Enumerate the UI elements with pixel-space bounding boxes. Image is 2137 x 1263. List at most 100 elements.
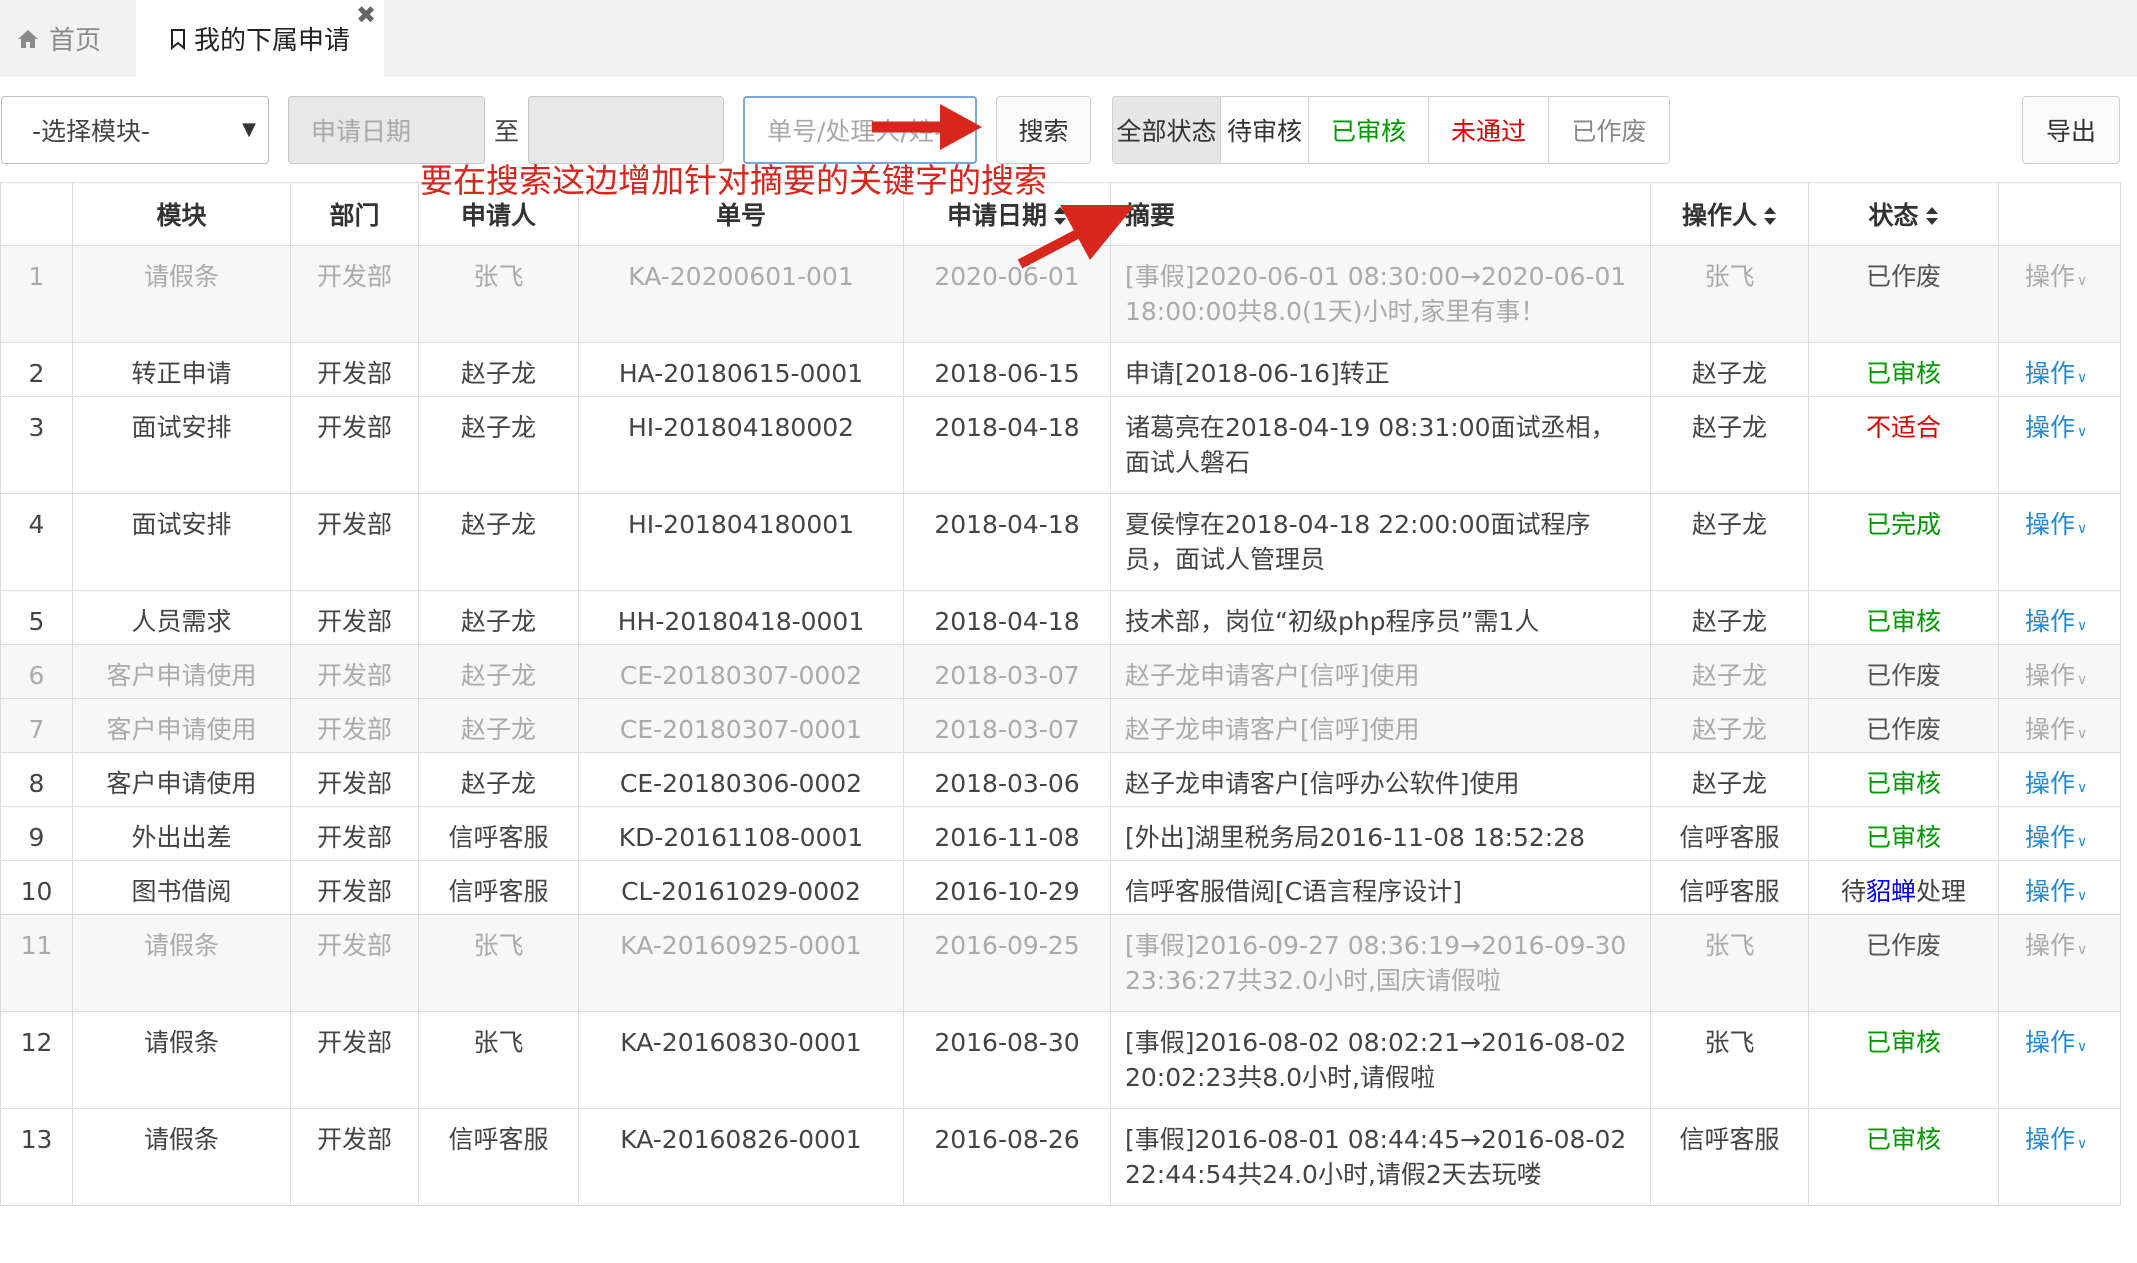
row-dept: 开发部: [290, 590, 419, 645]
table-row[interactable]: 8 客户申请使用 开发部 赵子龙 CE-20180306-0002 2018-03-06 赵…: [0, 752, 2121, 807]
table-row[interactable]: 13 请假条 开发部 信呼客服 KA-20160826-0001 2016-08-26 [事…: [0, 1108, 2121, 1206]
row-action-label: 操作: [2025, 359, 2076, 388]
row-operator: 张飞: [1650, 1011, 1809, 1109]
row-action-menu[interactable]: 操作 ∨: [1998, 493, 2121, 591]
row-status: 已审核: [1808, 752, 1999, 807]
row-number: CE-20180307-0001: [578, 698, 904, 753]
row-operator: 赵子龙: [1650, 644, 1809, 699]
status-suffix: 处理: [1916, 877, 1967, 906]
status-filter-all[interactable]: 全部状态: [1113, 97, 1221, 163]
tab-home[interactable]: 首页: [17, 0, 101, 77]
row-action-label: 操作: [2025, 413, 2076, 442]
table-row[interactable]: 5 人员需求 开发部 赵子龙 HH-20180418-0001 2018-04-18 技术部…: [0, 590, 2121, 645]
row-num: 7: [0, 698, 73, 753]
table-row[interactable]: 2 转正申请 开发部 赵子龙 HA-20180615-0001 2018-06-15 申请[…: [0, 342, 2121, 397]
row-action-label: 操作: [2025, 769, 2076, 798]
row-status: 不适合: [1808, 396, 1999, 494]
row-action-label: 操作: [2025, 607, 2076, 636]
col-operator[interactable]: 操作人: [1650, 182, 1809, 246]
status-filter-approved[interactable]: 已审核: [1309, 97, 1429, 163]
row-number: HH-20180418-0001: [578, 590, 904, 645]
row-dept: 开发部: [290, 493, 419, 591]
row-module: 客户申请使用: [72, 752, 291, 807]
row-date: 2016-09-25: [903, 914, 1111, 1012]
row-number: KA-20160830-0001: [578, 1011, 904, 1109]
row-operator: 信呼客服: [1650, 860, 1809, 915]
module-select[interactable]: -选择模块- ▼: [1, 96, 269, 164]
row-dept: 开发部: [290, 860, 419, 915]
row-date: 2018-03-07: [903, 698, 1111, 753]
row-operator: 赵子龙: [1650, 396, 1809, 494]
row-module: 请假条: [72, 245, 291, 343]
row-number: CE-20180307-0002: [578, 644, 904, 699]
row-status: 已审核: [1808, 342, 1999, 397]
table-row[interactable]: 3 面试安排 开发部 赵子龙 HI-201804180002 2018-04-18 诸葛亮在…: [0, 396, 2121, 494]
row-action-label: 操作: [2025, 1028, 2076, 1057]
table-row[interactable]: 11 请假条 开发部 张飞 KA-20160925-0001 2016-09-25 [事假]…: [0, 914, 2121, 1012]
row-action-menu[interactable]: 操作 ∨: [1998, 396, 2121, 494]
col-module: 模块: [72, 182, 291, 246]
row-action-label: 操作: [2025, 1125, 2076, 1154]
row-date: 2018-03-07: [903, 644, 1111, 699]
row-status: 待貂蝉处理: [1808, 860, 1999, 915]
row-action-menu[interactable]: 操作 ∨: [1998, 245, 2121, 343]
row-applicant: 赵子龙: [418, 493, 579, 591]
export-button[interactable]: 导出: [2022, 96, 2120, 164]
row-dept: 开发部: [290, 644, 419, 699]
tab-close-icon[interactable]: ✖: [356, 0, 376, 30]
row-action-label: 操作: [2025, 931, 2076, 960]
row-operator: 赵子龙: [1650, 752, 1809, 807]
row-date: 2018-04-18: [903, 493, 1111, 591]
row-module: 请假条: [72, 1011, 291, 1109]
row-action-menu[interactable]: 操作 ∨: [1998, 698, 2121, 753]
status-filter-group: 全部状态 待审核 已审核 未通过 已作废: [1112, 96, 1670, 164]
sort-icon[interactable]: [1925, 203, 1939, 232]
table-row[interactable]: 12 请假条 开发部 张飞 KA-20160830-0001 2016-08-30 [事假]…: [0, 1011, 2121, 1109]
row-status: 已作废: [1808, 245, 1999, 343]
row-dept: 开发部: [290, 1108, 419, 1206]
row-date: 2016-08-26: [903, 1108, 1111, 1206]
row-dept: 开发部: [290, 342, 419, 397]
sort-icon[interactable]: [1053, 203, 1067, 232]
caret-down-icon: ▼: [242, 119, 256, 140]
row-action-menu[interactable]: 操作 ∨: [1998, 752, 2121, 807]
tab-home-label: 首页: [49, 26, 102, 56]
table-row[interactable]: 6 客户申请使用 开发部 赵子龙 CE-20180307-0002 2018-03-07 赵…: [0, 644, 2121, 699]
row-action-menu[interactable]: 操作 ∨: [1998, 342, 2121, 397]
table-row[interactable]: 9 外出出差 开发部 信呼客服 KD-20161108-0001 2016-11-08 [外…: [0, 806, 2121, 861]
row-action-menu[interactable]: 操作 ∨: [1998, 860, 2121, 915]
chevron-down-icon: ∨: [2077, 726, 2088, 742]
row-module: 请假条: [72, 1108, 291, 1206]
row-action-menu[interactable]: 操作 ∨: [1998, 590, 2121, 645]
chevron-down-icon: ∨: [2077, 521, 2088, 537]
row-dept: 开发部: [290, 1011, 419, 1109]
table-row[interactable]: 7 客户申请使用 开发部 赵子龙 CE-20180307-0001 2018-03-07 赵…: [0, 698, 2121, 753]
row-module: 人员需求: [72, 590, 291, 645]
row-action-menu[interactable]: 操作 ∨: [1998, 806, 2121, 861]
row-action-label: 操作: [2025, 661, 2076, 690]
row-summary: 申请[2018-06-16]转正: [1110, 342, 1651, 397]
applications-table: 模块 部门 申请人 单号 申请日期 摘要 操作人 状态 1 请假条 开发部 张飞 KA-…: [0, 182, 2121, 1206]
table-row[interactable]: 10 图书借阅 开发部 信呼客服 CL-20161029-0002 2016-10-29 信…: [0, 860, 2121, 915]
row-action-menu[interactable]: 操作 ∨: [1998, 914, 2121, 1012]
row-module: 外出出差: [72, 806, 291, 861]
status-filter-void[interactable]: 已作废: [1549, 97, 1669, 163]
row-date: 2016-11-08: [903, 806, 1111, 861]
table-row[interactable]: 4 面试安排 开发部 赵子龙 HI-201804180001 2018-04-18 夏侯惇在…: [0, 493, 2121, 591]
row-dept: 开发部: [290, 806, 419, 861]
tab-subordinate-applications[interactable]: 我的下属申请: [136, 0, 384, 77]
row-action-menu[interactable]: 操作 ∨: [1998, 644, 2121, 699]
status-filter-pending[interactable]: 待审核: [1221, 97, 1309, 163]
table-row[interactable]: 1 请假条 开发部 张飞 KA-20200601-001 2020-06-01 [事假]20…: [0, 245, 2121, 343]
row-date: 2018-06-15: [903, 342, 1111, 397]
row-module: 转正申请: [72, 342, 291, 397]
row-date: 2018-04-18: [903, 396, 1111, 494]
row-action-menu[interactable]: 操作 ∨: [1998, 1108, 2121, 1206]
status-filter-rejected[interactable]: 未通过: [1429, 97, 1549, 163]
sort-icon[interactable]: [1763, 203, 1777, 232]
row-applicant: 张飞: [418, 914, 579, 1012]
row-action-menu[interactable]: 操作 ∨: [1998, 1011, 2121, 1109]
col-status[interactable]: 状态: [1808, 182, 1999, 246]
row-operator: 赵子龙: [1650, 698, 1809, 753]
col-op: [1998, 182, 2121, 246]
